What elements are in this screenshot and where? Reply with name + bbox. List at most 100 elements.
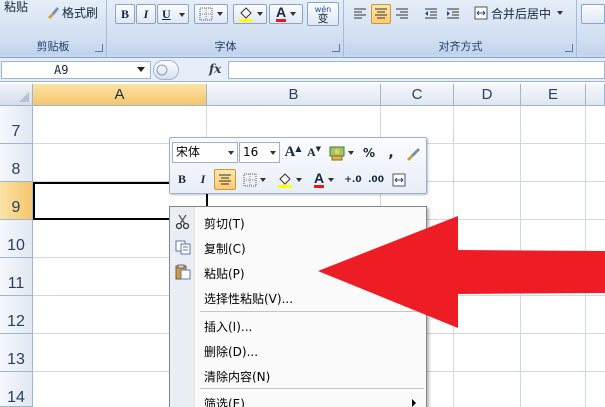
bold-mini-button[interactable]: B bbox=[172, 169, 192, 190]
chevron-down-icon bbox=[179, 13, 185, 17]
triangle-icon bbox=[19, 92, 29, 102]
font-name-value: 宋体 bbox=[176, 145, 201, 159]
column-header-b[interactable]: B bbox=[207, 84, 381, 106]
chevron-down-icon bbox=[217, 12, 223, 16]
merge-center-label: 合并后居中 bbox=[491, 6, 552, 21]
increase-indent-icon bbox=[447, 8, 459, 19]
alignment-group-title: 对齐方式 bbox=[345, 38, 576, 55]
clipboard-launcher-icon[interactable] bbox=[95, 44, 103, 52]
accounting-format-button[interactable] bbox=[326, 142, 356, 163]
format-painter-label: 格式刷 bbox=[61, 5, 98, 20]
increase-indent-button[interactable] bbox=[443, 4, 463, 24]
column-header-f[interactable] bbox=[586, 84, 605, 106]
font-name-combo[interactable]: 宋体 bbox=[172, 142, 238, 163]
chevron-right-icon bbox=[412, 399, 416, 407]
number-group-title bbox=[578, 38, 605, 55]
row-header-7[interactable]: 7 bbox=[0, 106, 33, 144]
menu-item-insert[interactable]: 插入(I)... bbox=[170, 314, 426, 336]
menu-item-paste[interactable]: 粘贴(P) bbox=[170, 261, 426, 283]
align-right-icon bbox=[396, 8, 408, 19]
font-size-value: 16 bbox=[243, 145, 259, 159]
font-group-title: 字体 bbox=[108, 38, 343, 55]
align-right-button[interactable] bbox=[392, 4, 412, 24]
format-painter-button[interactable]: 格式刷 bbox=[41, 2, 103, 22]
merge-center-button[interactable]: 合并后居中 bbox=[473, 3, 573, 23]
context-menu: 剪切(T) 复制(C) 粘贴(P) 选择性粘贴(V)... 插入(I)... 删… bbox=[169, 206, 427, 407]
paste-icon bbox=[175, 264, 191, 280]
name-box[interactable]: A9 bbox=[1, 61, 151, 79]
menu-item-delete[interactable]: 删除(D)... bbox=[170, 339, 426, 361]
menu-item-paste-special[interactable]: 选择性粘贴(V)... bbox=[170, 286, 426, 308]
font-color-button[interactable]: A bbox=[269, 4, 303, 24]
borders-mini-button[interactable] bbox=[238, 169, 270, 190]
italic-button[interactable]: I bbox=[136, 4, 156, 24]
clipboard-group-title: 剪贴板 bbox=[0, 38, 106, 55]
menu-item-copy[interactable]: 复制(C) bbox=[170, 236, 426, 258]
menu-item-label: 删除(D)... bbox=[204, 345, 259, 359]
brush-icon bbox=[47, 7, 59, 19]
chevron-down-icon bbox=[295, 177, 302, 182]
align-left-button[interactable] bbox=[350, 4, 370, 24]
alignment-group: 合并后居中 对齐方式 bbox=[345, 0, 577, 57]
increase-decimal-button[interactable]: +.0 bbox=[342, 169, 364, 190]
menu-item-filter[interactable]: 筛选(E) bbox=[170, 391, 426, 407]
phonetic-button[interactable]: wén 变 bbox=[307, 2, 339, 26]
chevron-down-icon[interactable] bbox=[137, 67, 145, 72]
chevron-down-icon bbox=[256, 12, 263, 16]
row-header-8[interactable]: 8 bbox=[0, 144, 33, 182]
menu-item-cut[interactable]: 剪切(T) bbox=[170, 211, 426, 233]
underline-button[interactable]: U bbox=[157, 4, 189, 24]
column-header-c[interactable]: C bbox=[381, 84, 454, 106]
fill-color-mini-button[interactable] bbox=[273, 169, 305, 190]
paint-bucket-icon bbox=[238, 7, 253, 22]
font-color-glyph: A bbox=[275, 4, 287, 22]
align-center-icon bbox=[375, 8, 387, 19]
row-header-13[interactable]: 13 bbox=[0, 334, 33, 372]
fx-icon[interactable]: fx bbox=[209, 62, 221, 76]
decrease-decimal-button[interactable]: .00 bbox=[365, 169, 387, 190]
align-center-icon bbox=[219, 174, 231, 184]
grow-font-button[interactable]: A ▲ bbox=[283, 142, 303, 163]
alignment-launcher-icon[interactable] bbox=[565, 44, 573, 52]
chevron-down-icon[interactable] bbox=[228, 151, 234, 155]
border-icon bbox=[243, 173, 256, 186]
font-color-mini-button[interactable]: A bbox=[308, 169, 340, 190]
merge-center-icon bbox=[474, 6, 488, 20]
menu-item-clear-contents[interactable]: 清除内容(N) bbox=[170, 364, 426, 386]
row-header-11[interactable]: 11 bbox=[0, 258, 33, 296]
paste-button-label[interactable]: 粘贴 bbox=[4, 0, 28, 15]
format-painter-mini-button[interactable] bbox=[402, 142, 424, 163]
column-header-d[interactable]: D bbox=[454, 84, 521, 106]
formula-input[interactable] bbox=[228, 61, 605, 79]
fill-color-button[interactable] bbox=[233, 4, 267, 24]
align-center-button[interactable] bbox=[371, 4, 391, 24]
font-launcher-icon[interactable] bbox=[332, 44, 340, 52]
mini-toolbar: 宋体 16 A ▲ A ▼ % , B I A +.0 .00 bbox=[169, 137, 427, 194]
ribbon: 粘贴 格式刷 剪贴板 B I U A wén 变 字体 合并后居中 对齐方式 bbox=[0, 0, 605, 58]
shrink-font-button[interactable]: A ▼ bbox=[304, 142, 324, 163]
percent-button[interactable]: % bbox=[359, 142, 379, 163]
center-mini-button[interactable] bbox=[214, 169, 236, 190]
merge-center-icon bbox=[392, 173, 406, 186]
comma-button[interactable]: , bbox=[382, 142, 400, 163]
scissors-icon bbox=[175, 214, 190, 230]
select-all-corner[interactable] bbox=[0, 84, 33, 106]
bold-button[interactable]: B bbox=[115, 4, 135, 24]
accounting-money-icon bbox=[329, 146, 344, 160]
number-format-combo[interactable] bbox=[581, 4, 605, 24]
row-header-9[interactable]: 9 bbox=[0, 182, 33, 220]
font-size-combo[interactable]: 16 bbox=[239, 142, 280, 163]
row-header-10[interactable]: 10 bbox=[0, 220, 33, 258]
borders-button[interactable] bbox=[194, 4, 228, 24]
column-header-a[interactable]: A bbox=[33, 84, 207, 106]
decrease-indent-button[interactable] bbox=[421, 4, 441, 24]
formula-bar: A9 fx bbox=[0, 58, 605, 82]
chevron-down-icon[interactable] bbox=[270, 151, 276, 155]
row-header-12[interactable]: 12 bbox=[0, 296, 33, 334]
formula-bar-splitter[interactable] bbox=[153, 60, 179, 80]
merge-center-mini-button[interactable] bbox=[388, 169, 410, 190]
italic-mini-button[interactable]: I bbox=[193, 169, 213, 190]
column-header-e[interactable]: E bbox=[521, 84, 586, 106]
row-header-14[interactable]: 14 bbox=[0, 372, 33, 407]
menu-item-label: 复制(C) bbox=[204, 242, 246, 256]
